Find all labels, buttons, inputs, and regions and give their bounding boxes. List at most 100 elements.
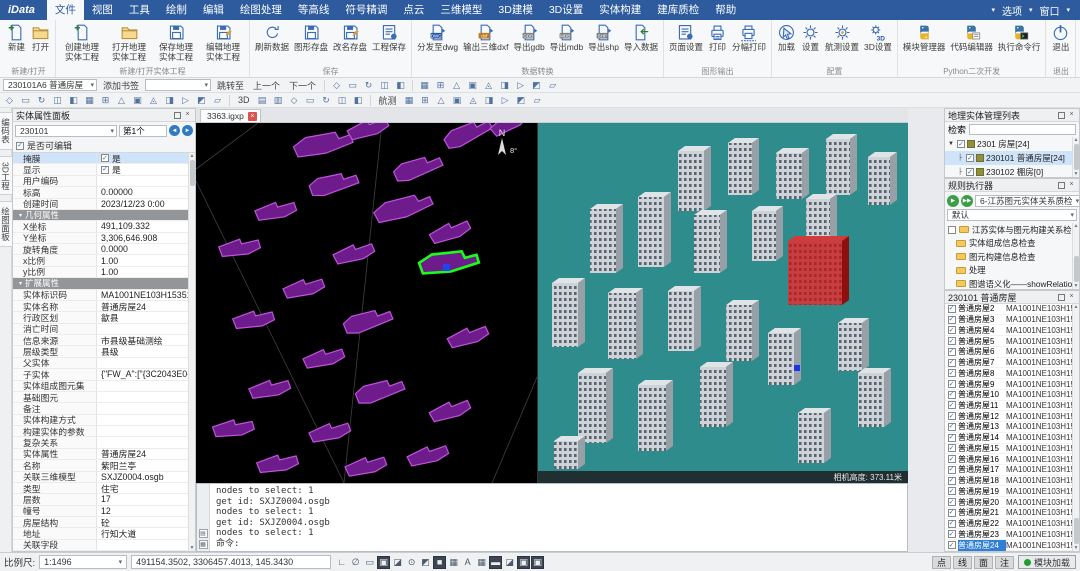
- property-value[interactable]: [97, 437, 188, 447]
- status-toggle-icon[interactable]: ▭: [363, 556, 376, 569]
- ribbon-button-export-shp[interactable]: SHP导出shp: [586, 22, 621, 54]
- entity-checkbox[interactable]: ✓: [948, 348, 956, 356]
- property-row[interactable]: 复杂关系: [13, 437, 188, 448]
- graphics-log-icon[interactable]: ▤: [199, 529, 208, 538]
- property-row[interactable]: 实体标识码MA1001NE103H15351422...: [13, 290, 188, 301]
- command-window[interactable]: ▤ ▦ nodes to select: 1get id: SXJZ0004.o…: [196, 483, 908, 552]
- toolbar-icon[interactable]: ▷: [514, 79, 527, 91]
- status-toggle-icon[interactable]: ▦: [447, 556, 460, 569]
- entity-row[interactable]: ✓普通房屋17MA1001NE103H1535...: [945, 465, 1072, 476]
- left-dock-tab[interactable]: 3D工程: [0, 156, 13, 196]
- rule-tree-node[interactable]: 江苏实体与图元构建关系检查: [945, 223, 1072, 237]
- menu-item[interactable]: 3D建模: [490, 0, 540, 20]
- entity-row[interactable]: ✓普通房屋6MA1001NE103H1535...: [945, 347, 1072, 358]
- search-input[interactable]: [969, 124, 1076, 135]
- entity-checkbox[interactable]: ✓: [948, 305, 956, 313]
- property-value[interactable]: 1.00: [97, 255, 188, 265]
- toolbar-combobox[interactable]: ▾: [145, 79, 211, 91]
- toolbar-icon[interactable]: ◇: [3, 94, 16, 106]
- property-value[interactable]: {"FW_A":["{3C2043E0-2897-...: [97, 369, 188, 379]
- property-row[interactable]: 子实体{"FW_A":["{3C2043E0-2897-...: [13, 369, 188, 380]
- property-row[interactable]: 类型住宅: [13, 483, 188, 494]
- toolbar-icon[interactable]: ◨: [498, 79, 511, 91]
- entity-checkbox[interactable]: ✓: [948, 520, 956, 528]
- property-row[interactable]: 信息来源市县级基础测绘: [13, 335, 188, 346]
- entity-checkbox[interactable]: ✓: [948, 487, 956, 495]
- toolbar-button[interactable]: 下一个: [286, 79, 319, 92]
- property-value[interactable]: [97, 403, 188, 413]
- entity-row[interactable]: ✓普通房屋14MA1001NE103H1535...: [945, 433, 1072, 444]
- property-row[interactable]: 层级类型县级: [13, 346, 188, 357]
- property-row[interactable]: 标高0.00000: [13, 187, 188, 198]
- ribbon-button-python-editor[interactable]: 代码编辑器: [948, 22, 995, 54]
- menu-item[interactable]: 点云: [395, 0, 432, 20]
- geometry-mode-button[interactable]: 面: [974, 556, 993, 569]
- status-toggle-icon[interactable]: A: [461, 556, 474, 569]
- entity-row[interactable]: ✓普通房屋3MA1001NE103H1535...: [945, 315, 1072, 326]
- close-icon[interactable]: ×: [1067, 111, 1076, 120]
- command-output[interactable]: nodes to select: 1get id: SXJZ0004.osgbn…: [210, 484, 907, 551]
- toolbar-icon[interactable]: ◇: [330, 79, 343, 91]
- ribbon-button-export-dwg[interactable]: DWG分发至dwg: [415, 22, 460, 54]
- entity-checkbox[interactable]: ✓: [948, 337, 956, 345]
- entity-checkbox[interactable]: ✓: [948, 316, 956, 324]
- toolbar-icon[interactable]: ▥: [272, 94, 285, 106]
- toolbar-icon[interactable]: ▱: [531, 94, 544, 106]
- toolbar-icon[interactable]: ▤: [256, 94, 269, 106]
- toolbar-icon[interactable]: ▷: [179, 94, 192, 106]
- scrollbar-vertical[interactable]: ▲▼: [1072, 137, 1079, 177]
- toolbar-button[interactable]: 3D: [235, 95, 253, 105]
- property-row[interactable]: 实体名称普通房屋24: [13, 301, 188, 312]
- toolbar-icon[interactable]: ◨: [163, 94, 176, 106]
- rule-profile-combobox[interactable]: 默认▾: [947, 209, 1077, 221]
- menu-item[interactable]: 符号精调: [337, 0, 395, 20]
- toolbar-button[interactable]: 跳转至: [214, 79, 247, 92]
- property-row[interactable]: 掩膜✓是: [13, 153, 188, 164]
- property-row[interactable]: ▾扩展属性: [13, 278, 188, 289]
- toolbar-icon[interactable]: ▣: [131, 94, 144, 106]
- geometry-mode-button[interactable]: 线: [953, 556, 972, 569]
- map-3d-view[interactable]: 相机高度: 373.11米: [538, 123, 908, 483]
- chevron-down-icon[interactable]: ▾: [1066, 6, 1070, 14]
- highlighted-red-building[interactable]: [788, 236, 849, 305]
- property-value[interactable]: [97, 540, 188, 550]
- property-value[interactable]: 2023/12/23 0:00: [97, 199, 188, 209]
- entity-row[interactable]: ✓普通房屋9MA1001NE103H1535...: [945, 379, 1072, 390]
- entity-index-input[interactable]: 第1个: [119, 125, 167, 137]
- status-toggle-icon[interactable]: ◩: [419, 556, 432, 569]
- property-value[interactable]: [97, 392, 188, 402]
- property-value[interactable]: [97, 324, 188, 334]
- toolbar-icon[interactable]: △: [115, 94, 128, 106]
- property-row[interactable]: 房屋结构砼: [13, 517, 188, 528]
- toolbar-icon[interactable]: △: [435, 94, 448, 106]
- tree-node[interactable]: ├✓230102 棚房[0]: [945, 165, 1072, 178]
- toolbar-icon[interactable]: ◩: [195, 94, 208, 106]
- toolbar-icon[interactable]: ◩: [515, 94, 528, 106]
- status-toggle-icon[interactable]: ▣: [377, 556, 390, 569]
- property-row[interactable]: ▾几何属性: [13, 210, 188, 221]
- ribbon-button-export-gdb[interactable]: GDB导出gdb: [512, 22, 547, 54]
- ribbon-button-printer[interactable]: 打印: [706, 22, 729, 54]
- toolbar-icon[interactable]: ◨: [483, 94, 496, 106]
- toolbar-icon[interactable]: ↻: [320, 94, 333, 106]
- entity-row[interactable]: ✓普通房屋10MA1001NE103H1535...: [945, 390, 1072, 401]
- entity-checkbox[interactable]: ✓: [948, 391, 956, 399]
- prev-entity-button[interactable]: ◄: [169, 125, 180, 136]
- status-toggle-icon[interactable]: ∅: [349, 556, 362, 569]
- entity-checkbox[interactable]: ✓: [948, 444, 956, 452]
- ribbon-button-new-file[interactable]: 新建: [5, 22, 28, 54]
- window-menu[interactable]: 窗口: [1039, 3, 1059, 18]
- property-row[interactable]: 消亡时间: [13, 324, 188, 335]
- toolbar-icon[interactable]: ◩: [530, 79, 543, 91]
- menu-item[interactable]: 编辑: [195, 0, 232, 20]
- toolbar-icon[interactable]: ▦: [83, 94, 96, 106]
- property-value[interactable]: 0.0000: [97, 244, 188, 254]
- property-row[interactable]: 关联三维模型SXJZ0004.osgb: [13, 472, 188, 483]
- property-row[interactable]: 实体属性普通房屋24: [13, 449, 188, 460]
- property-row[interactable]: 实体组成图元集: [13, 381, 188, 392]
- entity-checkbox[interactable]: ✓: [948, 434, 956, 442]
- entity-checkbox[interactable]: ✓: [948, 509, 956, 517]
- float-panel-icon[interactable]: [1058, 294, 1065, 301]
- menu-item[interactable]: 实体构建: [591, 0, 649, 20]
- property-value[interactable]: 1.00: [97, 267, 188, 277]
